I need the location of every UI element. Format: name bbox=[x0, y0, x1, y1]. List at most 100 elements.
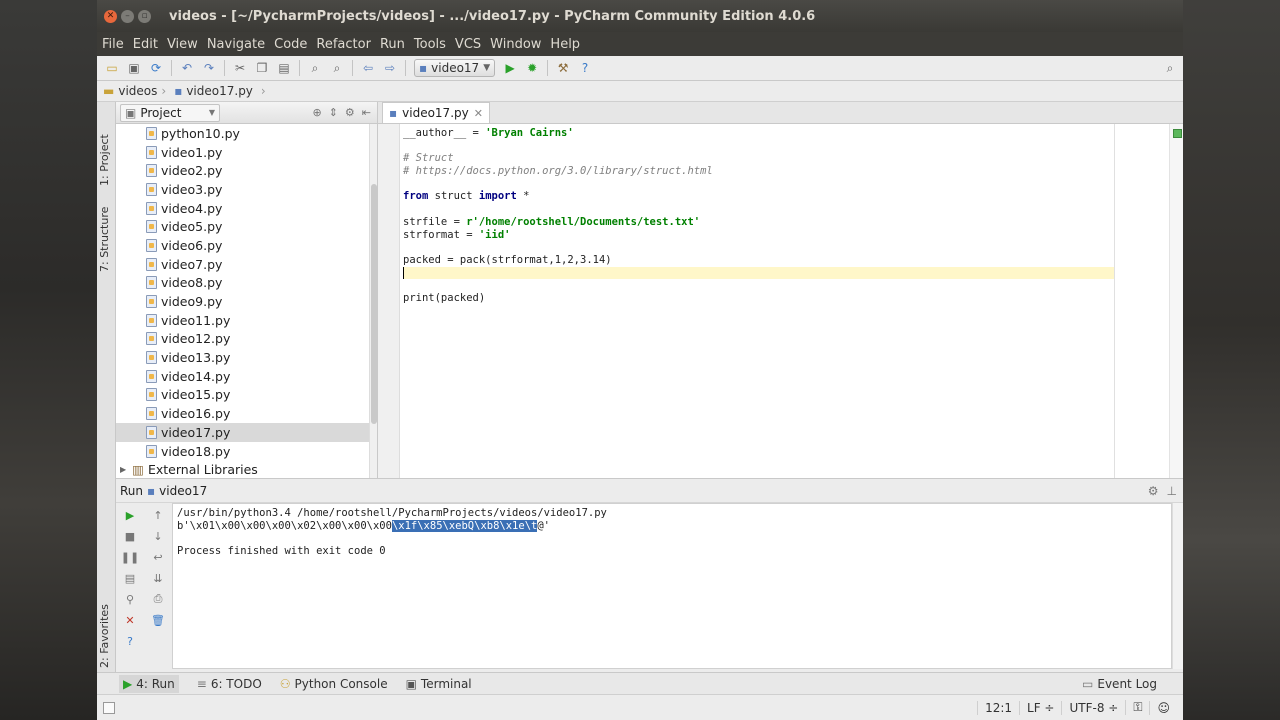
editor-tab-bar: ▪ video17.py ✕ bbox=[378, 102, 1183, 124]
soft-wrap-icon[interactable]: ↩ bbox=[151, 551, 165, 564]
search-everywhere-icon[interactable]: ⌕ bbox=[1159, 58, 1181, 78]
console-output[interactable]: /usr/bin/python3.4 /home/rootshell/Pycha… bbox=[172, 503, 1172, 669]
line-separator[interactable]: LF ÷ bbox=[1019, 700, 1061, 715]
close-icon[interactable]: ✕ bbox=[474, 107, 483, 120]
copy-icon[interactable]: ❐ bbox=[251, 58, 273, 78]
favorites-tool-tab[interactable]: 2: Favorites bbox=[98, 598, 111, 668]
project-file-item[interactable]: video6.py bbox=[116, 236, 377, 255]
inspector-icon[interactable]: ☺ bbox=[1149, 700, 1177, 715]
down-arrow-icon[interactable]: ↓ bbox=[151, 530, 165, 543]
project-file-item[interactable]: video12.py bbox=[116, 330, 377, 349]
menu-help[interactable]: Help bbox=[550, 37, 580, 52]
project-file-item[interactable]: python10.py bbox=[116, 124, 377, 143]
hide-panel-icon[interactable]: ⇤ bbox=[362, 106, 371, 119]
project-file-item[interactable]: video18.py bbox=[116, 442, 377, 461]
pause-icon[interactable]: ❚❚ bbox=[121, 551, 139, 564]
run-toolbar: ▶ ■ ❚❚ ▤ ⚲ ✕ ? ↑ ↓ ↩ ⇊ ⎙ 🗑 bbox=[116, 503, 172, 673]
find-icon[interactable]: ⌕ bbox=[304, 58, 326, 78]
run-icon[interactable]: ▶ bbox=[499, 58, 521, 78]
redo-icon[interactable]: ↷ bbox=[198, 58, 220, 78]
sync-icon[interactable]: ⟳ bbox=[145, 58, 167, 78]
toggle-tool-windows-icon[interactable] bbox=[103, 701, 115, 714]
menu-code[interactable]: Code bbox=[274, 37, 307, 52]
collapse-all-icon[interactable]: ⇕ bbox=[329, 106, 338, 119]
project-tool-tab[interactable]: 1: Project bbox=[98, 116, 111, 186]
expand-arrow-icon[interactable]: ▶ bbox=[120, 465, 126, 474]
menu-edit[interactable]: Edit bbox=[133, 37, 158, 52]
project-file-item[interactable]: video3.py bbox=[116, 180, 377, 199]
structure-tool-tab[interactable]: 7: Structure bbox=[98, 202, 111, 272]
project-file-item[interactable]: video5.py bbox=[116, 217, 377, 236]
terminal-tab[interactable]: ▣ Terminal bbox=[406, 677, 472, 691]
menu-tools[interactable]: Tools bbox=[414, 37, 446, 52]
console-scrollbar[interactable] bbox=[1172, 503, 1183, 669]
help-icon[interactable]: ? bbox=[574, 58, 596, 78]
up-arrow-icon[interactable]: ↑ bbox=[151, 509, 165, 522]
project-file-item-selected[interactable]: video17.py bbox=[116, 423, 377, 442]
python-file-icon: ▪ bbox=[419, 61, 428, 75]
menu-navigate[interactable]: Navigate bbox=[207, 37, 265, 52]
help-icon[interactable]: ? bbox=[123, 635, 137, 648]
replace-icon[interactable]: ⌕ bbox=[326, 58, 348, 78]
code-area[interactable]: __author__ = 'Bryan Cairns' # Struct # h… bbox=[400, 124, 1114, 478]
debug-icon[interactable]: ✹ bbox=[521, 58, 543, 78]
save-all-icon[interactable]: ▣ bbox=[123, 58, 145, 78]
chevron-down-icon: ▼ bbox=[208, 108, 215, 117]
project-file-item[interactable]: video8.py bbox=[116, 274, 377, 293]
close-icon[interactable]: ✕ bbox=[123, 614, 137, 627]
project-file-item[interactable]: video9.py bbox=[116, 292, 377, 311]
project-file-item[interactable]: video2.py bbox=[116, 161, 377, 180]
menu-run[interactable]: Run bbox=[380, 37, 405, 52]
menu-vcs[interactable]: VCS bbox=[455, 37, 481, 52]
menu-view[interactable]: View bbox=[167, 37, 198, 52]
project-file-item[interactable]: video15.py bbox=[116, 386, 377, 405]
paste-icon[interactable]: ▤ bbox=[273, 58, 295, 78]
close-window-button[interactable]: ✕ bbox=[104, 9, 117, 23]
back-icon[interactable]: ⇦ bbox=[357, 58, 379, 78]
project-scrollbar[interactable] bbox=[369, 124, 377, 478]
pin-icon[interactable]: ⚲ bbox=[123, 593, 137, 606]
project-file-item[interactable]: video13.py bbox=[116, 348, 377, 367]
todo-tool-tab[interactable]: ≡ 6: TODO bbox=[197, 677, 262, 691]
project-file-item[interactable]: video16.py bbox=[116, 404, 377, 423]
maximize-window-button[interactable]: ▫ bbox=[138, 9, 151, 23]
forward-icon[interactable]: ⇨ bbox=[379, 58, 401, 78]
gear-icon[interactable]: ⚙ bbox=[345, 106, 355, 119]
project-file-item[interactable]: video11.py bbox=[116, 311, 377, 330]
rerun-icon[interactable]: ▶ bbox=[123, 509, 137, 522]
open-folder-icon[interactable]: ▭ bbox=[101, 58, 123, 78]
project-file-item[interactable]: video7.py bbox=[116, 255, 377, 274]
layout-icon[interactable]: ▤ bbox=[123, 572, 137, 585]
scroll-to-end-icon[interactable]: ⇊ bbox=[151, 572, 165, 585]
hide-panel-icon[interactable]: ⊥ bbox=[1167, 484, 1177, 498]
menu-window[interactable]: Window bbox=[490, 37, 541, 52]
file-encoding[interactable]: UTF-8 ÷ bbox=[1061, 700, 1125, 715]
menu-refactor[interactable]: Refactor bbox=[316, 37, 371, 52]
minimize-window-button[interactable]: – bbox=[121, 9, 134, 23]
project-file-item[interactable]: video14.py bbox=[116, 367, 377, 386]
menu-file[interactable]: File bbox=[102, 37, 124, 52]
project-view-select[interactable]: ▣ Project ▼ bbox=[120, 103, 220, 122]
event-log-tab[interactable]: ▭ Event Log bbox=[1082, 677, 1157, 691]
project-file-item[interactable]: video1.py bbox=[116, 143, 377, 162]
breadcrumb-root[interactable]: ▬ videos bbox=[103, 84, 157, 98]
breadcrumb-file[interactable]: › ▪ video17.py › bbox=[157, 84, 269, 98]
project-file-item[interactable]: video4.py bbox=[116, 199, 377, 218]
scroll-from-source-icon[interactable]: ⊕ bbox=[312, 106, 321, 119]
trash-icon[interactable]: 🗑 bbox=[151, 614, 165, 627]
python-console-tab[interactable]: ⚇ Python Console bbox=[280, 677, 388, 691]
run-config-select[interactable]: ▪ video17 ▼ bbox=[414, 59, 496, 77]
run-tool-tab[interactable]: ▶ 4: Run bbox=[119, 674, 179, 693]
stop-icon[interactable]: ■ bbox=[123, 530, 137, 543]
gear-icon[interactable]: ⚙ bbox=[1148, 484, 1159, 498]
external-libraries-node[interactable]: ▶ ▥ External Libraries bbox=[116, 460, 377, 478]
main-toolbar: ▭ ▣ ⟳ ↶ ↷ ✂ ❐ ▤ ⌕ ⌕ ⇦ ⇨ ▪ video17 ▼ ▶ ✹ … bbox=[97, 56, 1183, 81]
editor-tab-video17[interactable]: ▪ video17.py ✕ bbox=[382, 102, 490, 123]
undo-icon[interactable]: ↶ bbox=[176, 58, 198, 78]
print-icon[interactable]: ⎙ bbox=[151, 592, 165, 605]
caret-position[interactable]: 12:1 bbox=[977, 700, 1019, 715]
settings-icon[interactable]: ⚒ bbox=[552, 58, 574, 78]
lock-icon[interactable]: ⚿ bbox=[1125, 700, 1149, 715]
cut-icon[interactable]: ✂ bbox=[229, 58, 251, 78]
python-file-icon: ▪ bbox=[174, 84, 183, 98]
